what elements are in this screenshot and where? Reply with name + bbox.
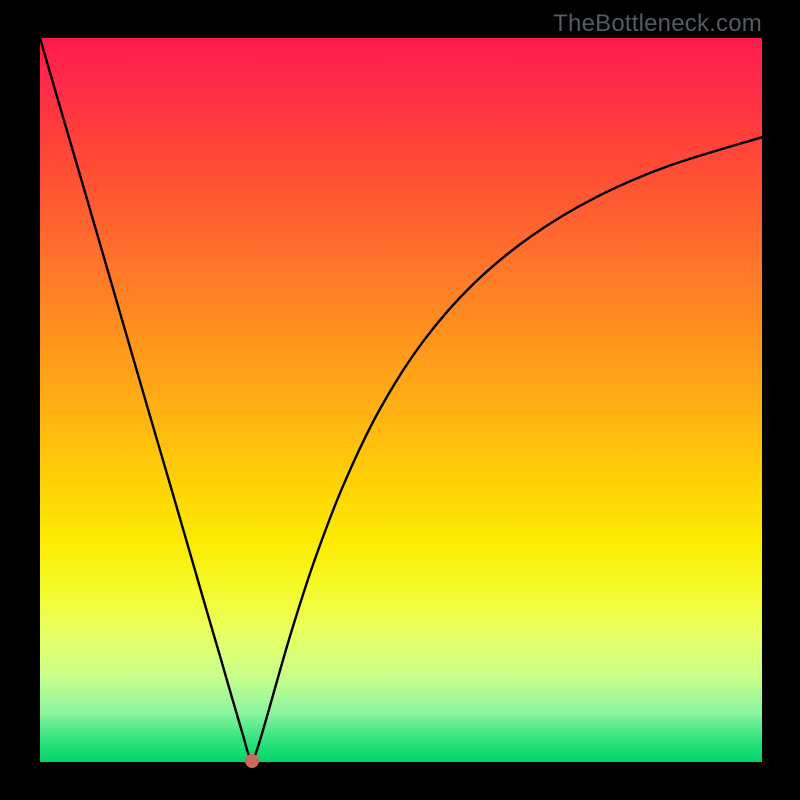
curve-layer [0, 0, 800, 800]
bottleneck-curve [40, 38, 762, 759]
min-marker [245, 754, 259, 768]
chart-stage: TheBottleneck.com [0, 0, 800, 800]
